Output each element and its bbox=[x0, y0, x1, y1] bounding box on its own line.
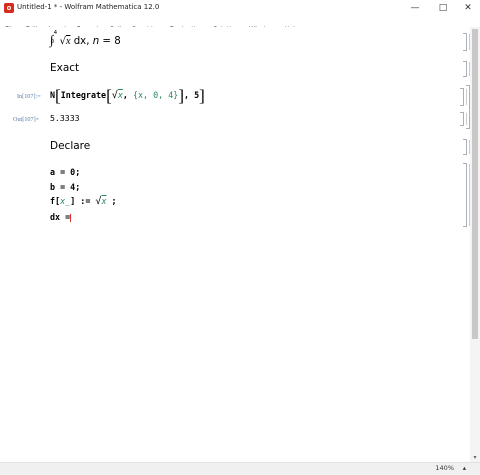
exact-heading[interactable]: Exact bbox=[50, 62, 79, 74]
dx-text: dx = bbox=[50, 212, 71, 222]
cell-bracket[interactable] bbox=[463, 33, 470, 51]
f-semicolon: ; bbox=[111, 196, 117, 206]
cell-bracket[interactable] bbox=[460, 88, 467, 106]
zoom-level[interactable]: 140% bbox=[435, 464, 454, 472]
integrate-function: Integrate bbox=[60, 90, 107, 100]
n-label: n bbox=[92, 36, 100, 47]
input-label: In[107]:= bbox=[17, 93, 41, 100]
output-label: Out[107]= bbox=[13, 116, 40, 123]
scroll-down-arrow-icon[interactable]: ▾ bbox=[470, 454, 480, 461]
integral-text-cell[interactable]: ∫ 4 0 √x dx, n = 8 bbox=[50, 30, 121, 48]
title-bar: Untitled-1 * - Wolfram Mathematica 12.0 … bbox=[0, 0, 480, 16]
declare-heading[interactable]: Declare bbox=[50, 140, 90, 152]
integrand-var: x bbox=[65, 36, 71, 47]
cell-bracket[interactable] bbox=[460, 112, 467, 126]
maximize-button[interactable]: □ bbox=[430, 0, 456, 16]
f-def-op: ] := bbox=[70, 196, 91, 206]
declare-b-line[interactable]: b = 4; bbox=[50, 182, 80, 192]
close-bracket: ] bbox=[199, 86, 205, 105]
close-button[interactable]: ✕ bbox=[455, 0, 480, 16]
f-body-var: x bbox=[101, 196, 107, 206]
vertical-scrollbar[interactable]: ▾ bbox=[470, 27, 480, 462]
scrollbar-thumb[interactable] bbox=[472, 29, 478, 339]
sqrt-var: x bbox=[117, 90, 123, 100]
close-bracket: ] bbox=[178, 86, 185, 105]
output-cell-107[interactable]: 5.3333 bbox=[50, 113, 80, 123]
minimize-button[interactable]: — bbox=[402, 0, 428, 16]
declare-f-line[interactable]: f[x_] := √x ; bbox=[50, 196, 117, 207]
text-caret bbox=[70, 213, 72, 222]
declare-a-line[interactable]: a = 0; bbox=[50, 167, 80, 177]
f-arg: x_ bbox=[60, 196, 71, 206]
integral-dx: dx, bbox=[73, 36, 90, 47]
integral-upper-limit: 4 bbox=[53, 30, 58, 36]
zoom-dropdown-icon[interactable]: ▴ bbox=[463, 464, 466, 472]
menu-bar: File Edit Insert Format Cell Graphics Ev… bbox=[0, 16, 480, 33]
declare-dx-line[interactable]: dx = bbox=[50, 212, 72, 222]
cell-bracket[interactable] bbox=[463, 163, 470, 227]
mathematica-logo-icon bbox=[4, 3, 14, 13]
notebook-document[interactable]: ∫ 4 0 √x dx, n = 8 Exact In[107]:= N[Integr… bbox=[0, 27, 473, 462]
window-title: Untitled-1 * - Wolfram Mathematica 12.0 bbox=[17, 3, 160, 11]
n-value: = 8 bbox=[102, 36, 121, 47]
status-bar: 140% ▴ bbox=[0, 462, 480, 475]
cell-bracket[interactable] bbox=[463, 139, 470, 155]
input-cell-107[interactable]: N[Integrate[√x, {x, 0, 4}], 5] bbox=[50, 86, 205, 106]
f-head: f[ bbox=[50, 196, 61, 206]
integration-range: {x, 0, 4} bbox=[132, 90, 179, 100]
cell-bracket[interactable] bbox=[463, 61, 470, 77]
integral-lower-limit: 0 bbox=[50, 39, 55, 45]
